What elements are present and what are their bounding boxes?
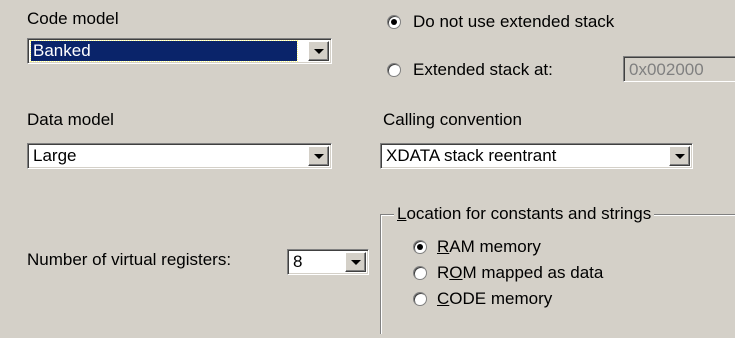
no-extended-stack-label[interactable]: Do not use extended stack xyxy=(413,12,614,32)
calling-convention-dropdown-button[interactable] xyxy=(669,146,690,166)
code-model-combobox[interactable]: Banked xyxy=(27,38,332,64)
virtual-registers-combobox[interactable]: 8 xyxy=(287,249,369,275)
extended-stack-label[interactable]: Extended stack at: xyxy=(413,60,553,80)
ram-memory-label[interactable]: RAM memory xyxy=(437,237,541,257)
extended-stack-address-field[interactable]: 0x002000 xyxy=(623,56,735,82)
data-model-value: Large xyxy=(33,146,77,165)
rom-mapped-radio[interactable] xyxy=(413,266,427,280)
chevron-down-icon xyxy=(351,260,361,265)
radio-selected-dot-icon xyxy=(391,19,397,25)
calling-convention-combobox[interactable]: XDATA stack reentrant xyxy=(380,143,693,169)
code-model-dropdown-button[interactable] xyxy=(308,41,329,61)
data-model-dropdown-button[interactable] xyxy=(308,146,329,166)
code-memory-radio[interactable] xyxy=(413,292,427,306)
code-memory-label[interactable]: CODE memory xyxy=(437,289,552,309)
calling-convention-value: XDATA stack reentrant xyxy=(386,146,557,165)
virtual-registers-label: Number of virtual registers: xyxy=(27,250,232,269)
extended-stack-address-value: 0x002000 xyxy=(629,60,704,79)
ram-memory-radio[interactable] xyxy=(413,240,427,254)
radio-selected-dot-icon xyxy=(417,244,423,250)
calling-convention-label: Calling convention xyxy=(383,110,522,129)
constants-location-title: Location for constants and strings xyxy=(394,204,655,224)
rom-mapped-label[interactable]: ROM mapped as data xyxy=(437,263,603,283)
chevron-down-icon xyxy=(314,154,324,159)
no-extended-stack-radio[interactable] xyxy=(387,15,401,29)
code-model-value: Banked xyxy=(30,40,298,62)
data-model-combobox[interactable]: Large xyxy=(27,143,332,169)
chevron-down-icon xyxy=(675,154,685,159)
extended-stack-radio[interactable] xyxy=(387,63,401,77)
chevron-down-icon xyxy=(314,49,324,54)
virtual-registers-value: 8 xyxy=(293,252,303,271)
code-model-label: Code model xyxy=(27,9,119,28)
virtual-registers-dropdown-button[interactable] xyxy=(345,252,366,272)
data-model-label: Data model xyxy=(27,110,114,129)
